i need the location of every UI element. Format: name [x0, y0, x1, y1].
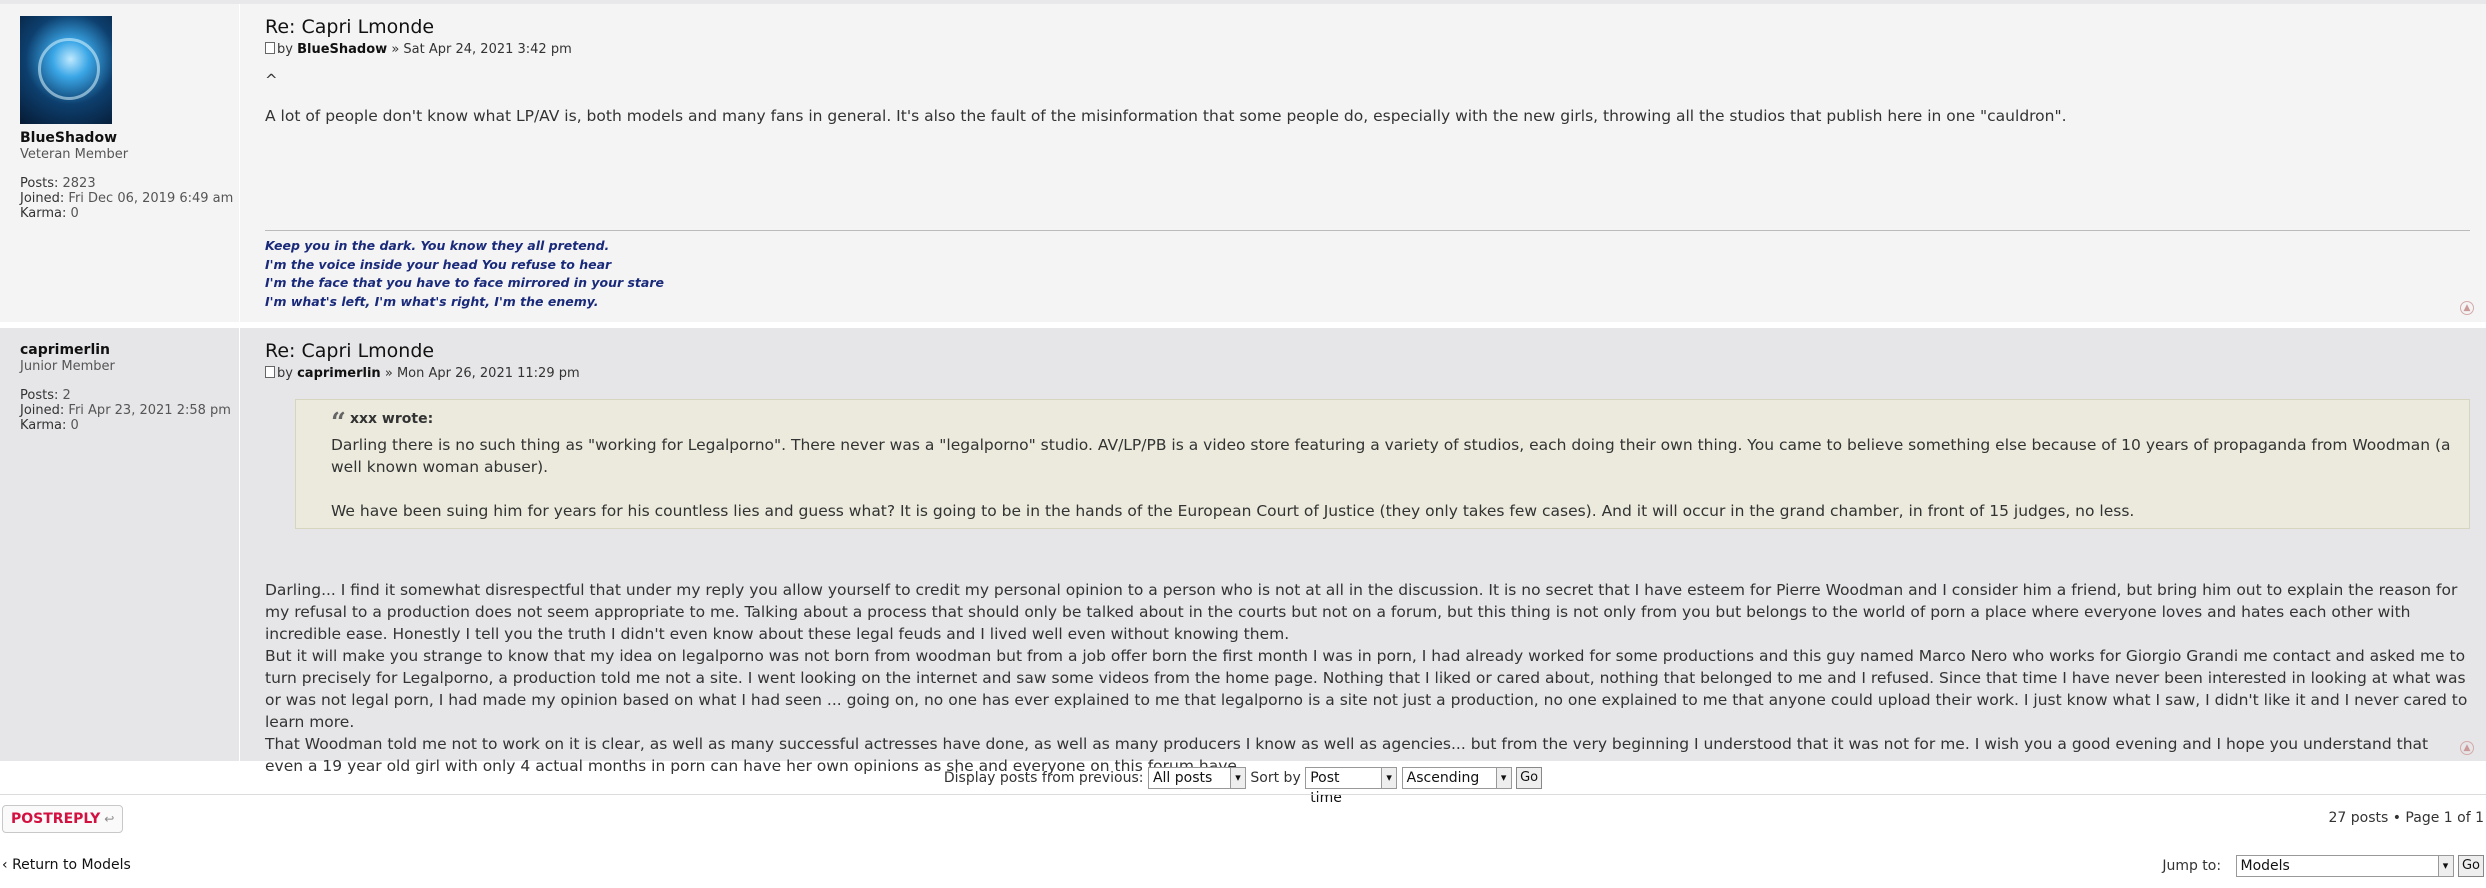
post-meta: by BlueShadow » Sat Apr 24, 2021 3:42 pm — [265, 42, 2470, 57]
post-body: Re: Capri Lmonde by BlueShadow » Sat Apr… — [240, 4, 2486, 322]
back-to-top-icon[interactable]: ▲ — [2460, 301, 2474, 315]
display-days-select[interactable]: All posts — [1147, 767, 1246, 789]
username[interactable]: caprimerlin — [20, 342, 239, 358]
avatar[interactable] — [20, 16, 112, 124]
signature-line: I'm the voice inside your head You refus… — [265, 256, 612, 272]
sort-label: Sort by — [1250, 770, 1301, 786]
quote-block: “xxx wrote: Darling there is no such thi… — [295, 399, 2470, 529]
post-document-icon[interactable] — [265, 366, 275, 378]
post-meta: by caprimerlin » Mon Apr 26, 2021 11:29 … — [265, 366, 2470, 381]
signature: Keep you in the dark. You know they all … — [265, 230, 2470, 311]
posts-count[interactable]: 2823 — [63, 176, 96, 191]
post-paragraph: But it will make you strange to know tha… — [265, 647, 2468, 731]
chevron-left-icon: ‹ — [2, 857, 8, 873]
post-author[interactable]: caprimerlin — [297, 366, 381, 381]
sort-direction-select[interactable]: Ascending — [1401, 767, 1512, 789]
user-rank: Junior Member — [20, 359, 115, 374]
stat-joined: Joined: Fri Apr 23, 2021 2:58 pm — [20, 403, 231, 418]
post-content: A lot of people don't know what LP/AV is… — [265, 107, 2067, 125]
jump-select[interactable]: Models — [2235, 855, 2454, 877]
post-author[interactable]: BlueShadow — [297, 42, 387, 57]
post-date: Mon Apr 26, 2021 11:29 pm — [396, 366, 580, 381]
stat-karma: Karma: 0 — [20, 206, 79, 221]
jump-go-button[interactable]: Go — [2457, 855, 2484, 877]
stat-joined: Joined: Fri Dec 06, 2019 6:49 am — [20, 191, 234, 206]
post-content: Darling... I find it somewhat disrespect… — [265, 579, 2470, 777]
stat-posts: Posts: 2823 — [20, 176, 96, 191]
jump-box: Jump to: Models Go — [2162, 855, 2484, 877]
signature-line: I'm what's left, I'm what's right, I'm t… — [265, 293, 599, 309]
stat-karma: Karma: 0 — [20, 418, 79, 433]
reply-arrow-icon: ↩ — [104, 812, 115, 826]
divider — [0, 794, 2486, 795]
post-profile: BlueShadow Veteran Member Posts: 2823 Jo… — [0, 4, 240, 322]
posts-count[interactable]: 2 — [63, 388, 71, 403]
post-paragraph: Darling... I find it somewhat disrespect… — [265, 581, 2458, 643]
post-reply-button[interactable]: POSTREPLY ↩ — [2, 805, 124, 833]
back-to-top-icon[interactable]: ▲ — [2460, 741, 2474, 755]
quote-caret: ^ — [265, 71, 278, 89]
sort-bar: Display posts from previous: All posts S… — [0, 766, 2486, 806]
signature-line: Keep you in the dark. You know they all … — [265, 238, 610, 253]
post-title[interactable]: Re: Capri Lmonde — [265, 340, 2470, 362]
post-2: caprimerlin Junior Member Posts: 2 Joine… — [0, 328, 2486, 775]
pagination: 27 posts • Page 1 of 1 — [2328, 810, 2484, 826]
jump-label: Jump to: — [2162, 858, 2222, 874]
display-label: Display posts from previous: — [943, 770, 1144, 786]
post-profile: caprimerlin Junior Member Posts: 2 Joine… — [0, 328, 240, 761]
user-rank: Veteran Member — [20, 147, 129, 162]
post-title[interactable]: Re: Capri Lmonde — [265, 16, 2470, 38]
signature-line: I'm the face that you have to face mirro… — [265, 275, 664, 290]
sort-key-select[interactable]: Post time — [1305, 767, 1398, 806]
stat-posts: Posts: 2 — [20, 388, 71, 403]
post-1: BlueShadow Veteran Member Posts: 2823 Jo… — [0, 0, 2486, 322]
username[interactable]: BlueShadow — [20, 130, 239, 146]
quote-paragraph: We have been suing him for years for his… — [331, 502, 2135, 520]
quote-paragraph: Darling there is no such thing as "worki… — [331, 436, 2451, 476]
post-body: Re: Capri Lmonde by caprimerlin » Mon Ap… — [240, 328, 2486, 775]
return-link[interactable]: ‹ Return to Models — [2, 857, 131, 873]
post-document-icon[interactable] — [265, 42, 275, 54]
post-date: Sat Apr 24, 2021 3:42 pm — [403, 42, 572, 57]
sort-go-button[interactable]: Go — [1516, 767, 1543, 789]
quote-author: “xxx wrote: — [331, 408, 434, 438]
